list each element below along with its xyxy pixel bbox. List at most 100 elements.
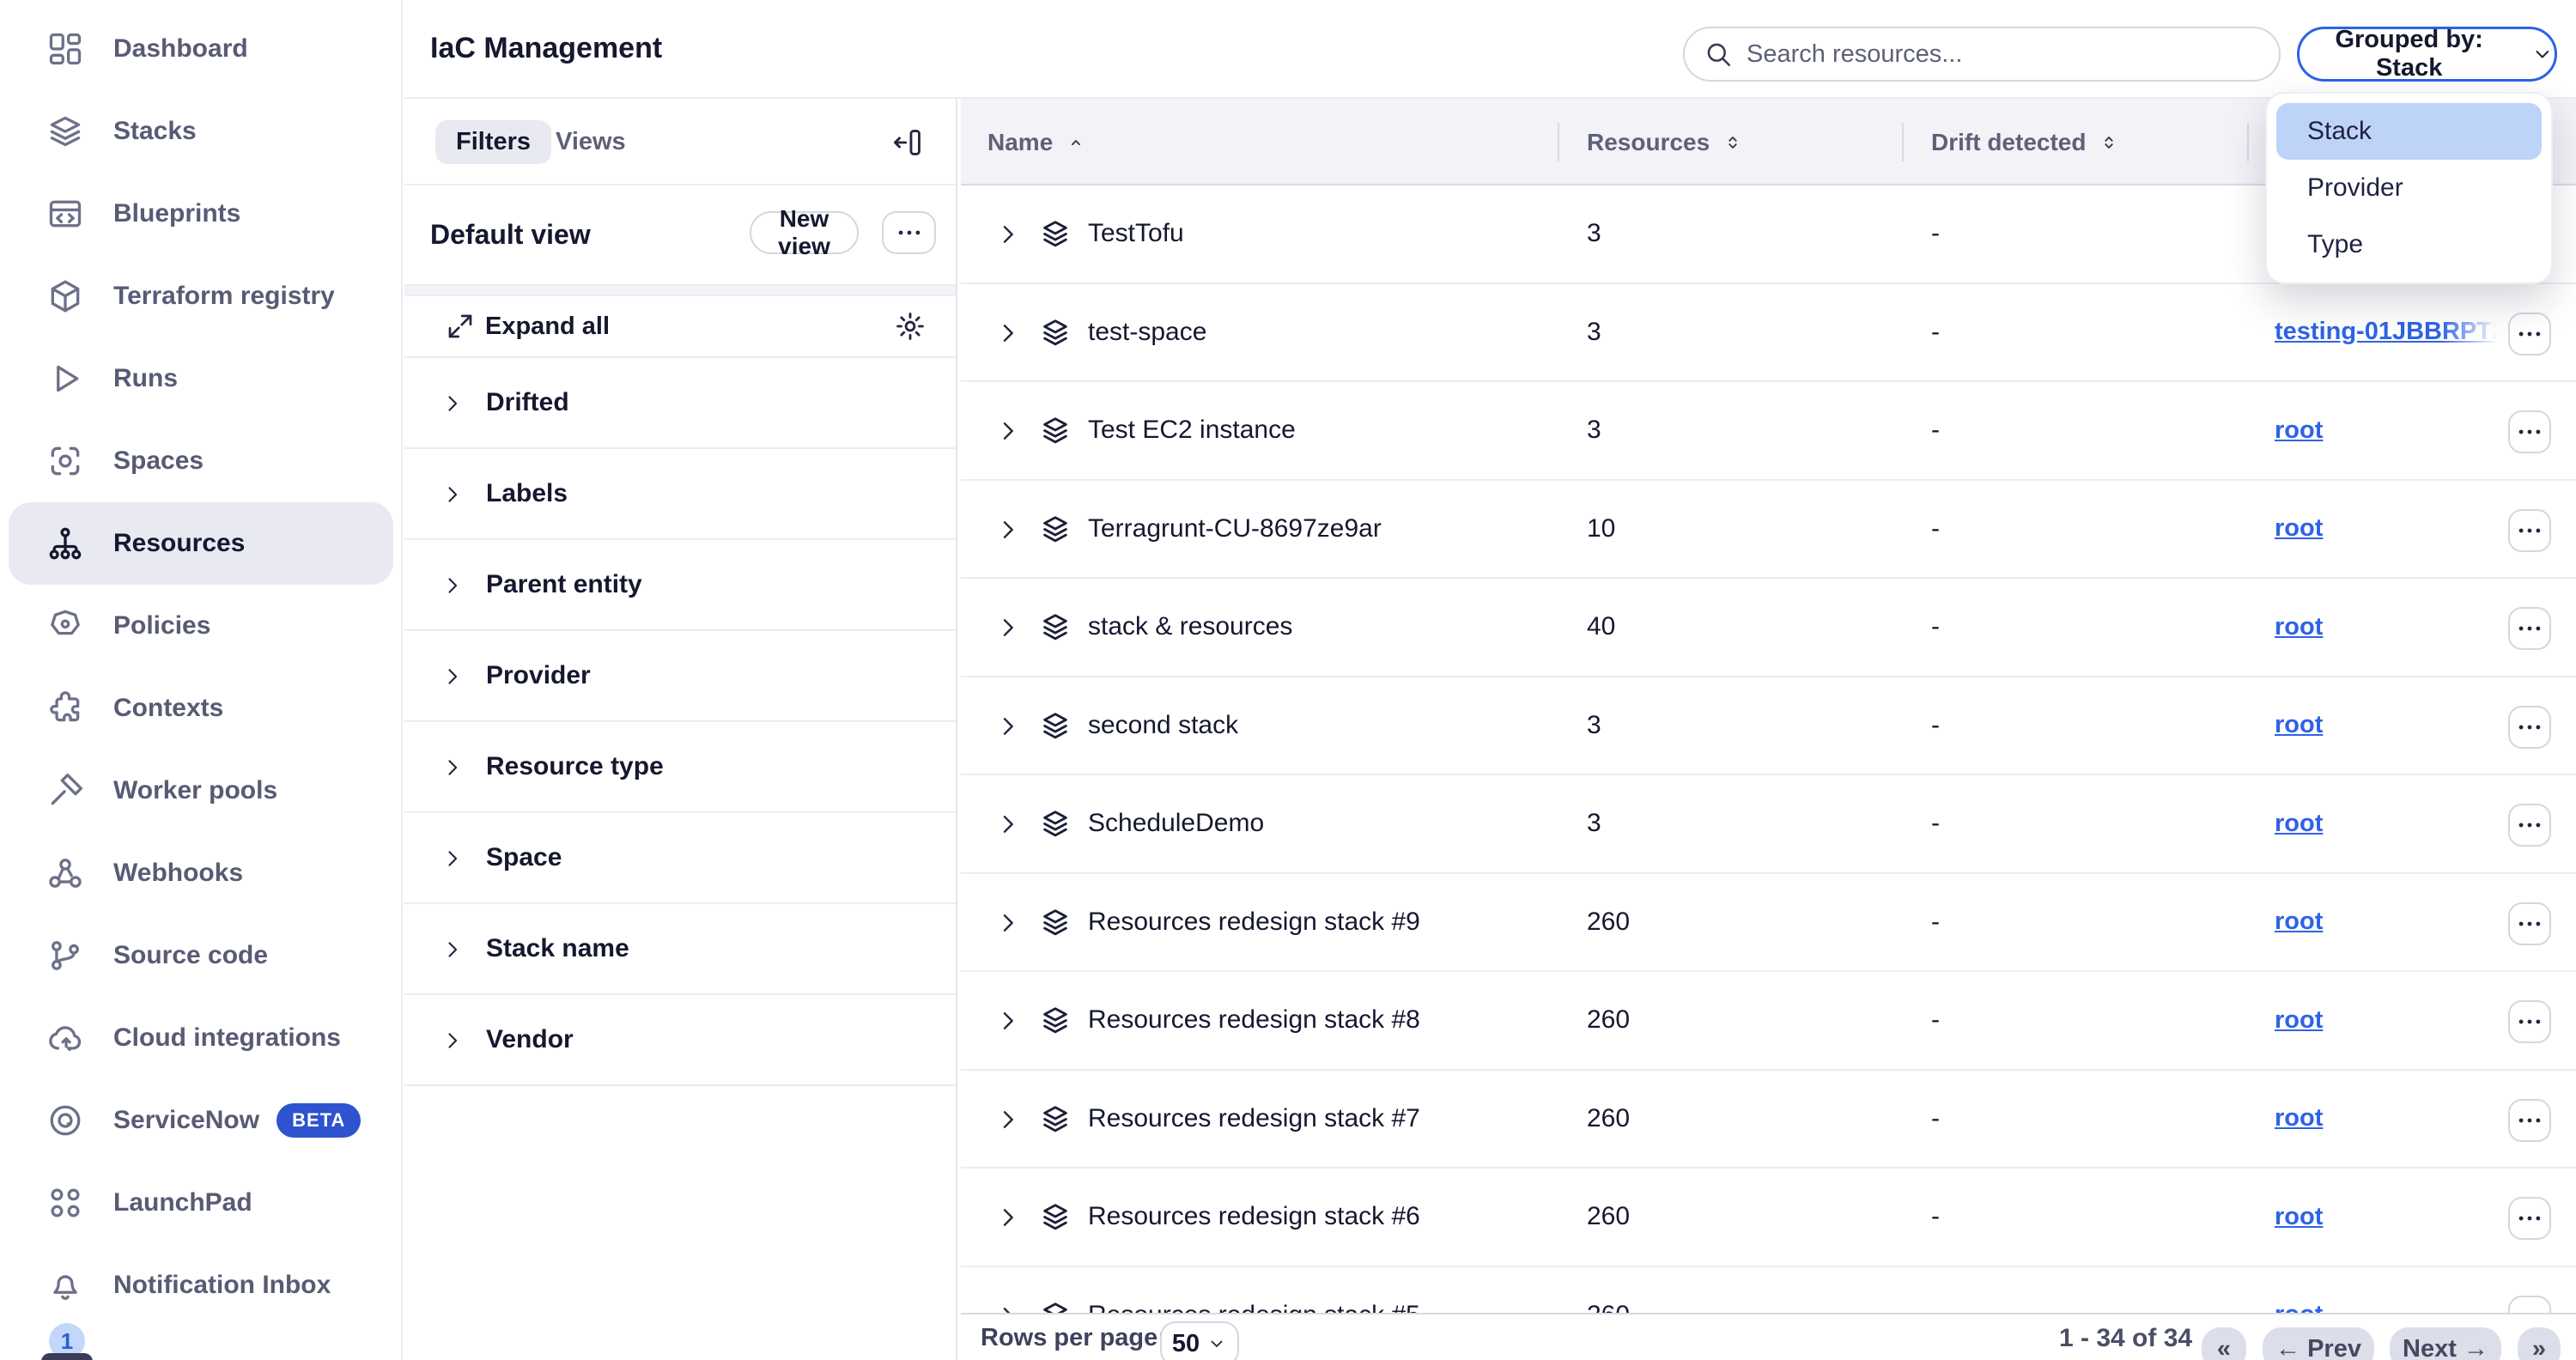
row-expand-chevron-icon[interactable] [994, 1302, 1022, 1314]
space-link[interactable]: root [2275, 382, 2323, 478]
space-link[interactable]: root [2275, 481, 2323, 577]
space-link[interactable]: root [2275, 874, 2323, 970]
space-link[interactable]: root [2275, 972, 2323, 1068]
row-expand-chevron-icon[interactable] [994, 1106, 1022, 1133]
sidebar-item-servicenow[interactable]: ServiceNow BETA [9, 1079, 393, 1162]
space-link[interactable]: root [2275, 1169, 2323, 1265]
column-header-drift[interactable]: Drift detected [1931, 99, 2120, 185]
row-menu-button[interactable] [2508, 902, 2551, 945]
row-menu-button[interactable] [2508, 1099, 2551, 1142]
first-page-button[interactable]: « [2202, 1327, 2246, 1360]
row-expand-chevron-icon[interactable] [994, 516, 1022, 543]
row-expand-chevron-icon[interactable] [994, 417, 1022, 445]
sidebar-item-resources[interactable]: Resources [9, 502, 393, 585]
space-link[interactable]: root [2275, 579, 2323, 675]
stack-icon [1039, 808, 1072, 841]
collapse-panel-icon[interactable] [891, 126, 924, 159]
filter-group-stack-name[interactable]: Stack name [404, 904, 956, 995]
row-expand-chevron-icon[interactable] [994, 614, 1022, 641]
row-expand-chevron-icon[interactable] [994, 319, 1022, 347]
launchpad-icon [46, 1184, 84, 1222]
sidebar-item-blueprints[interactable]: Blueprints [9, 173, 393, 255]
grouped-by-button[interactable]: Grouped by: Stack [2297, 27, 2557, 82]
row-expand-chevron-icon[interactable] [994, 909, 1022, 937]
filter-group-space[interactable]: Space [404, 813, 956, 904]
ellipsis-icon [2515, 1204, 2544, 1233]
sidebar-item-dashboard[interactable]: Dashboard [9, 8, 393, 90]
filter-group-parent-entity[interactable]: Parent entity [404, 540, 956, 631]
avatar[interactable] [41, 1353, 93, 1360]
space-link[interactable]: root [2275, 1071, 2323, 1167]
search-box[interactable] [1683, 27, 2281, 82]
row-menu-button[interactable] [2508, 1000, 2551, 1043]
space-link[interactable]: root [2275, 1267, 2323, 1314]
sidebar-item-worker-pools[interactable]: Worker pools [9, 750, 393, 832]
filter-group-labels[interactable]: Labels [404, 449, 956, 540]
row-menu-button[interactable] [2508, 410, 2551, 453]
view-menu-button[interactable] [882, 211, 936, 254]
sidebar-nav-list: Dashboard Stacks Blueprints Terraform re… [9, 8, 393, 1327]
gear-icon[interactable] [894, 310, 927, 343]
column-header-name[interactable]: Name [987, 99, 1087, 185]
filter-group-vendor[interactable]: Vendor [404, 995, 956, 1086]
resources-count: 3 [1587, 775, 1601, 871]
drift-value: - [1931, 579, 1940, 675]
source-code-icon [46, 937, 84, 974]
new-view-button[interactable]: New view [750, 211, 859, 254]
group-menu-item-provider[interactable]: Provider [2276, 160, 2542, 216]
expand-all-label[interactable]: Expand all [485, 296, 610, 356]
row-menu-button[interactable] [2508, 509, 2551, 552]
stack-name: ScheduleDemo [1088, 775, 1264, 871]
filter-group-drifted[interactable]: Drifted [404, 358, 956, 449]
row-menu-button[interactable] [2508, 313, 2551, 355]
resources-count: 260 [1587, 1169, 1630, 1265]
sidebar-item-source-code[interactable]: Source code [9, 914, 393, 997]
row-menu-button[interactable] [2508, 607, 2551, 650]
filter-group-provider[interactable]: Provider [404, 631, 956, 722]
dashboard-icon [46, 30, 84, 68]
resources-count: 10 [1587, 481, 1615, 577]
group-menu-item-type[interactable]: Type [2276, 216, 2542, 273]
row-menu-button[interactable] [2508, 1197, 2551, 1240]
row-expand-chevron-icon[interactable] [994, 811, 1022, 838]
search-input[interactable] [1747, 40, 2260, 69]
row-expand-chevron-icon[interactable] [994, 1007, 1022, 1035]
filter-group-label: Stack name [486, 904, 629, 993]
tab-views[interactable]: Views [556, 120, 626, 164]
expand-all-icon[interactable] [445, 311, 476, 342]
grouped-by-label: Grouped by: Stack [2300, 26, 2518, 82]
sidebar-item-webhooks[interactable]: Webhooks [9, 832, 393, 914]
rows-per-page-select[interactable]: 50 [1160, 1321, 1239, 1360]
row-menu-button[interactable] [2508, 706, 2551, 749]
filter-group-resource-type[interactable]: Resource type [404, 722, 956, 813]
sidebar-item-runs[interactable]: Runs [9, 337, 393, 420]
row-expand-chevron-icon[interactable] [994, 713, 1022, 740]
space-link[interactable]: root [2275, 677, 2323, 774]
sidebar-item-terraform-registry[interactable]: Terraform registry [9, 255, 393, 337]
sidebar-item-stacks[interactable]: Stacks [9, 90, 393, 173]
row-menu-button[interactable] [2508, 804, 2551, 847]
tab-filters[interactable]: Filters [435, 120, 551, 164]
sidebar-item-notification-inbox[interactable]: Notification Inbox [9, 1244, 393, 1327]
space-link[interactable]: testing-01JBBRPT2AN [2275, 284, 2505, 380]
filter-group-label: Drifted [486, 358, 569, 447]
next-page-button[interactable]: Next → [2390, 1327, 2501, 1360]
sidebar-item-policies[interactable]: Policies [9, 585, 393, 667]
last-page-button[interactable]: » [2518, 1327, 2561, 1360]
column-header-resources[interactable]: Resources [1587, 99, 1744, 185]
sidebar-item-cloud-integrations[interactable]: Cloud integrations [9, 997, 393, 1079]
group-menu-item-stack[interactable]: Stack [2276, 103, 2542, 160]
sidebar-item-launchpad[interactable]: LaunchPad [9, 1162, 393, 1244]
sidebar-item-spaces[interactable]: Spaces [9, 420, 393, 502]
table-row: second stack 3 - root [961, 677, 2576, 776]
stack-name: Resources redesign stack #7 [1088, 1071, 1420, 1167]
row-expand-chevron-icon[interactable] [994, 1204, 1022, 1231]
filters-tabs: Filters Views [404, 99, 956, 185]
prev-page-button[interactable]: ← Prev [2263, 1327, 2374, 1360]
drift-value: - [1931, 874, 1940, 970]
row-expand-chevron-icon[interactable] [994, 221, 1022, 248]
row-menu-button[interactable] [2508, 1296, 2551, 1314]
space-link[interactable]: root [2275, 775, 2323, 871]
stack-icon [1039, 907, 1072, 939]
sidebar-item-contexts[interactable]: Contexts [9, 667, 393, 750]
